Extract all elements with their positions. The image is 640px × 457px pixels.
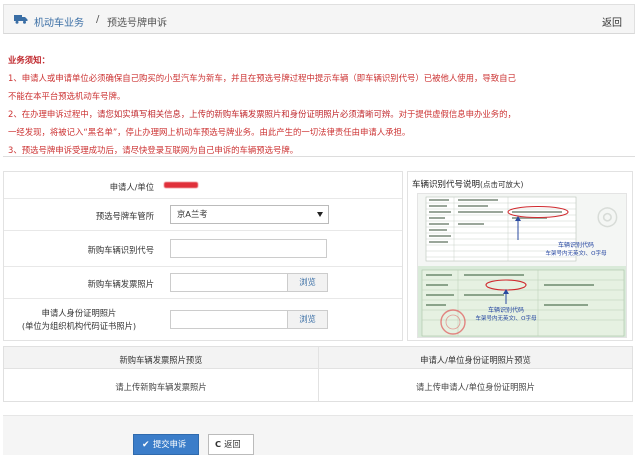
invoice-preview-column: 新购车辆发票照片预览 请上传新购车辆发票照片	[4, 347, 318, 401]
header-back-link[interactable]: 返回	[602, 14, 622, 29]
id-preview-column: 申请人/单位身份证明照片预览 请上传申请人/单位身份证明照片	[318, 347, 632, 401]
applicant-label: 申请人/单位	[109, 182, 154, 192]
row-id-photo: 申请人身份证明照片 (单位为组织机构代码证书照片) 浏览	[4, 299, 402, 341]
checkmark-icon: ✔	[142, 440, 150, 450]
invoice-label: 新购车辆发票照片	[87, 279, 154, 289]
notice-line-2: 2、在办理申诉过程中，请您如实填写相关信息，上传的新购车辆发票照片和身份证明照片…	[8, 105, 630, 123]
row-invoice: 新购车辆发票照片 浏览	[4, 267, 402, 299]
row-applicant: 申请人/单位	[4, 172, 402, 199]
vin-label: 新购车辆识别代号	[87, 245, 154, 255]
row-vin: 新购车辆识别代号	[4, 231, 402, 267]
notice-line-2a: 2、在办理申诉过程中，	[8, 109, 98, 119]
invoice-preview-placeholder: 请上传新购车辆发票照片	[115, 382, 207, 392]
divider	[3, 156, 635, 157]
notice-line-2d: 一经发现，将被记入“黑名单”，停止办理网上机动车预选号牌业务。由此产生的一切法律…	[8, 127, 411, 137]
back-button-label: 返回	[224, 439, 241, 449]
submit-appeal-label: 提交申诉	[153, 439, 187, 449]
notice-line-1b: 不能在本平台预选机动车号牌。	[8, 91, 126, 101]
photo-preview-table: 新购车辆发票照片预览 请上传新购车辆发票照片 申请人/单位身份证明照片预览 请上…	[3, 346, 633, 402]
office-select-value: 京A兰考	[177, 209, 208, 219]
invoice-preview-header: 新购车辆发票照片预览	[119, 355, 203, 365]
annotation-2-line2: 车架号内无英文I、O字母	[476, 314, 537, 322]
id-photo-file-input[interactable]	[170, 310, 288, 329]
invoice-browse-button[interactable]: 浏览	[288, 273, 328, 292]
notice-line-2c: 对于提供虚假信息申办业务的，	[398, 109, 516, 119]
vin-guide-panel: 车辆识别代号说明(点击可放大) 车辆识别代码 车架号内无英文I、O字母 ◎ 车辆…	[407, 171, 633, 341]
back-button[interactable]: C 返回	[208, 434, 254, 455]
annotation-1-line1: 车辆识别代码	[558, 241, 594, 249]
truck-icon	[14, 15, 28, 24]
office-label: 预选号牌车管所	[95, 211, 154, 221]
id-photo-label-line2: (单位为组织机构代码证书照片)	[21, 321, 137, 331]
business-notice: 业务须知： 1、申请人或申请单位必须确保自己购买的小型汽车为新车，并且在预选号牌…	[8, 51, 630, 159]
vin-guide-title-text: 车辆识别代号说明	[412, 180, 481, 190]
vin-guide-title: 车辆识别代号说明(点击可放大)	[412, 178, 523, 190]
invoice-file-input[interactable]	[170, 273, 288, 292]
vin-guide-zoom-hint: (点击可放大)	[480, 180, 524, 189]
id-photo-label: 申请人身份证明照片 (单位为组织机构代码证书照片)	[4, 307, 154, 333]
notice-title: 业务须知：	[8, 55, 50, 65]
id-preview-header: 申请人/单位身份证明照片预览	[420, 355, 531, 365]
office-select[interactable]: 京A兰考	[170, 205, 329, 224]
annotation-1-line2: 车架号内无英文I、O字母	[546, 249, 607, 257]
appeal-form: 申请人/单位 预选号牌车管所 京A兰考 新购车辆识别代号 新购车辆发票照片 浏览…	[3, 171, 403, 341]
chevron-down-icon	[317, 212, 323, 217]
refresh-icon: C	[215, 439, 222, 449]
submit-appeal-button[interactable]: ✔ 提交申诉	[133, 434, 199, 455]
breadcrumb-separator: /	[96, 14, 100, 25]
annotation-2-line1: 车辆识别代码	[488, 306, 524, 314]
form-footer: ✔ 提交申诉 C 返回	[3, 415, 633, 455]
page-header: 机动车业务 / 预选号牌申诉 返回	[3, 4, 635, 34]
row-office: 预选号牌车管所 京A兰考	[4, 199, 402, 231]
notice-line-1: 1、申请人或申请单位必须确保自己购买的小型汽车为新车，并且在预选号牌过程中提示车…	[8, 73, 516, 83]
id-photo-browse-button[interactable]: 浏览	[288, 310, 328, 329]
notice-line-2-emphasis: 请您如实填写相关信息，上传的新购车辆发票照片和身份证明照片必须清晰可辨。	[97, 109, 399, 119]
breadcrumb-root[interactable]: 机动车业务	[34, 14, 84, 29]
vin-guide-image[interactable]: 车辆识别代码 车架号内无英文I、O字母 ◎ 车辆识别代码 车架号内无英文I、O字…	[417, 193, 627, 338]
applicant-value-redacted	[164, 182, 198, 188]
breadcrumb-current: 预选号牌申诉	[107, 18, 167, 29]
vin-guide-illustration: 车辆识别代码 车架号内无英文I、O字母 ◎ 车辆识别代码 车架号内无英文I、O字…	[418, 194, 626, 337]
vin-input[interactable]	[170, 239, 327, 258]
watermark-mark: ◎	[596, 201, 619, 231]
id-preview-placeholder: 请上传申请人/单位身份证明照片	[416, 382, 535, 392]
id-photo-label-line1: 申请人身份证明照片	[41, 308, 117, 318]
